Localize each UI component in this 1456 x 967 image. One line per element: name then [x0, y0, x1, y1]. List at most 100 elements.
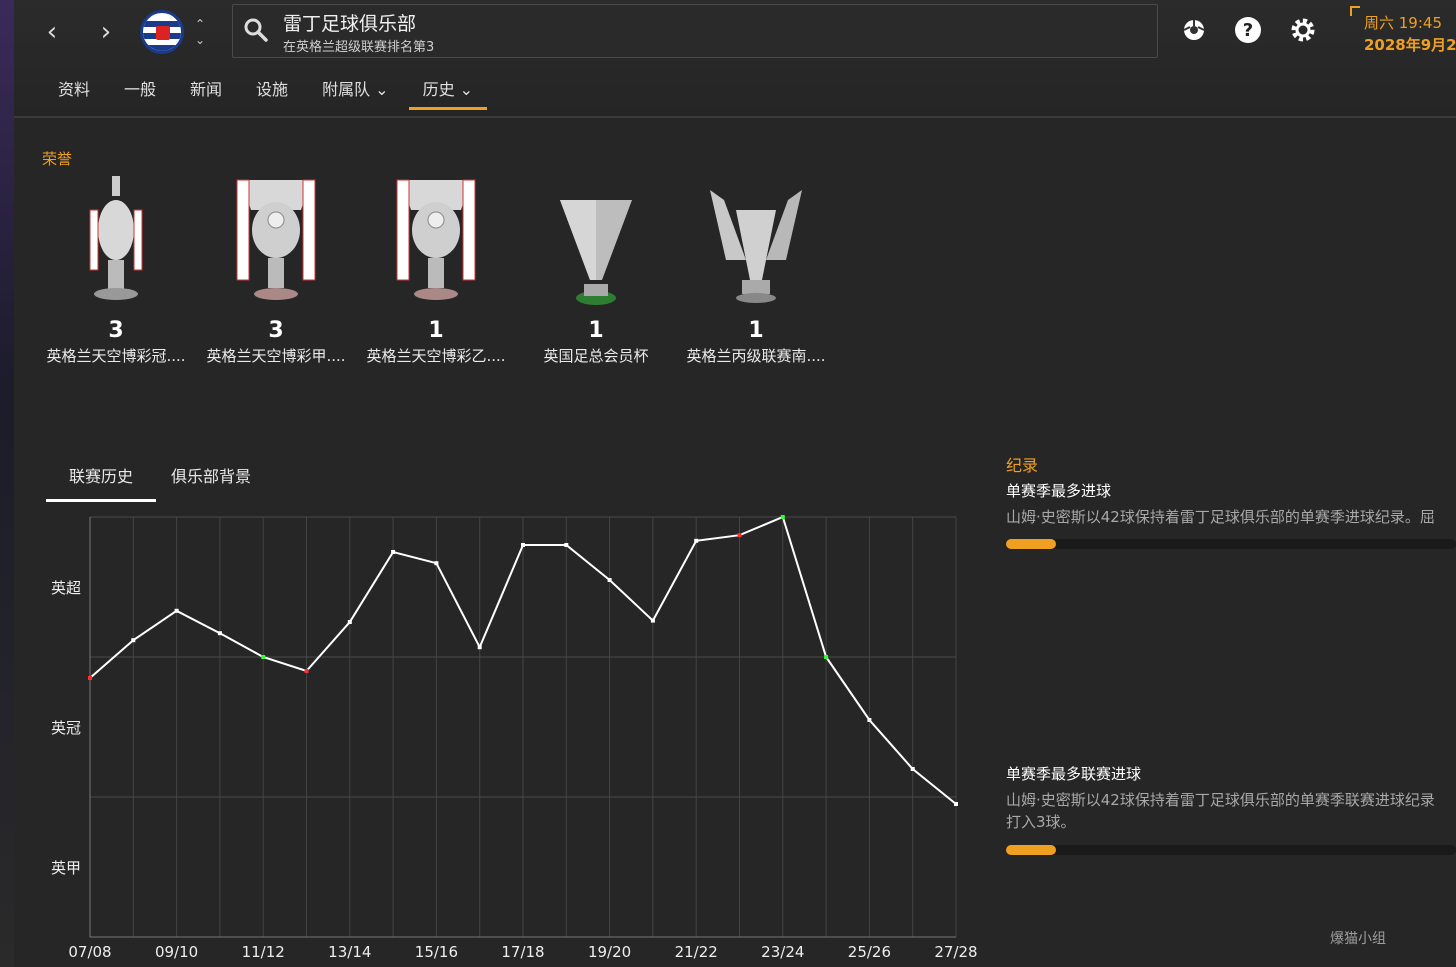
- y-tick-label: 英冠: [51, 719, 81, 737]
- data-point: [88, 676, 92, 680]
- record-progress-bar: [1006, 845, 1456, 855]
- trophy-icon: [89, 176, 143, 300]
- honour-item[interactable]: 3 英格兰天空博彩冠....: [36, 170, 196, 380]
- data-point: [304, 669, 309, 673]
- records-title: 纪录: [1006, 456, 1039, 475]
- data-point: [131, 638, 136, 643]
- chevron-down-icon: ⌄: [194, 33, 206, 47]
- trophy-icon: [236, 179, 316, 300]
- chevron-left-icon: ‹: [46, 17, 58, 47]
- x-tick-label: 27/28: [934, 943, 977, 961]
- watermark: 爆猫小组: [1330, 931, 1386, 947]
- record-progress-fill: [1006, 845, 1056, 855]
- help-icon: ?: [1235, 17, 1261, 43]
- data-point: [694, 538, 699, 543]
- record-progress-fill: [1006, 539, 1056, 549]
- search-icon: [243, 17, 271, 45]
- honour-count: 3: [268, 318, 284, 343]
- tab-affiliates[interactable]: 附属队 ⌄: [308, 78, 403, 110]
- honour-item[interactable]: 3 英格兰天空博彩甲....: [196, 170, 356, 380]
- forward-button[interactable]: ›: [88, 14, 124, 50]
- data-point: [607, 578, 612, 582]
- tab-league-history[interactable]: 联赛历史: [46, 462, 156, 502]
- data-point: [391, 550, 396, 554]
- current-time: 周六 19:45: [1364, 14, 1442, 32]
- world-button[interactable]: [1178, 14, 1210, 46]
- gear-icon: [1291, 18, 1315, 42]
- help-button[interactable]: ?: [1232, 14, 1264, 46]
- data-point: [824, 655, 829, 659]
- trophy-icon: [560, 200, 632, 305]
- tab-general[interactable]: 一般: [110, 78, 170, 110]
- record-heading: 单赛季最多进球: [1006, 482, 1112, 500]
- chevron-right-icon: ›: [100, 17, 112, 47]
- honour-name: 英格兰丙级联赛南....: [686, 347, 826, 365]
- trophy-icon: [710, 190, 802, 303]
- data-point: [650, 618, 655, 623]
- league-history-chart: 英超英冠英甲 07/08 09/10 11/12 13/14 15/16 17/18 19/2…: [51, 515, 978, 961]
- x-tick-label: 13/14: [328, 943, 371, 961]
- chevron-up-icon: ⌃: [194, 17, 206, 31]
- x-tick-label: 15/16: [415, 943, 458, 961]
- x-tick-label: 23/24: [761, 943, 804, 961]
- data-point: [261, 655, 266, 659]
- trophy-icon: [396, 179, 476, 300]
- settings-button[interactable]: [1287, 14, 1319, 46]
- honours-title: 荣誉: [42, 150, 73, 168]
- main-tabs: 资料 一般 新闻 设施 附属队 ⌄ 历史 ⌄: [44, 78, 487, 110]
- honour-count: 1: [588, 318, 604, 343]
- honour-count: 1: [428, 318, 444, 343]
- data-point: [910, 767, 915, 771]
- x-tick-label: 21/22: [675, 943, 718, 961]
- data-point: [737, 533, 742, 538]
- data-point: [477, 645, 482, 650]
- tab-facilities[interactable]: 设施: [242, 78, 302, 110]
- data-point: [954, 802, 958, 806]
- globe-ball-icon: [1183, 20, 1205, 40]
- top-bar: ‹ › ⌃ ⌄ 雷丁足球俱乐部 在英格兰超级联赛排名第3 ? 周六 19:45 …: [14, 0, 1456, 118]
- records-panel: 纪录 单赛季最多进球 山姆·史密斯以42球保持着雷丁足球俱乐部的单赛季进球纪录。…: [1006, 452, 1456, 855]
- club-name: 雷丁足球俱乐部: [283, 13, 417, 35]
- record-progress-bar: [1006, 539, 1456, 549]
- honour-count: 1: [748, 318, 764, 343]
- date-time-display[interactable]: 周六 19:45 2028年9月2: [1350, 6, 1456, 58]
- honour-item[interactable]: 1 英国足总会员杯: [516, 170, 676, 380]
- honour-name: 英国足总会员杯: [543, 347, 649, 365]
- x-tick-label: 09/10: [155, 943, 198, 961]
- back-button[interactable]: ‹: [34, 14, 70, 50]
- history-subtabs: 联赛历史 俱乐部背景: [46, 462, 266, 502]
- record-description: 山姆·史密斯以42球保持着雷丁足球俱乐部的单赛季联赛进球纪录: [1006, 791, 1435, 809]
- y-tick-label: 英甲: [51, 859, 81, 877]
- current-date: 2028年9月2: [1364, 36, 1456, 54]
- data-point: [434, 561, 439, 566]
- honour-item[interactable]: 1 英格兰天空博彩乙....: [356, 170, 516, 380]
- x-tick-label: 11/12: [242, 943, 285, 961]
- x-tick-label: 19/20: [588, 943, 631, 961]
- data-point: [217, 631, 222, 636]
- data-point: [564, 543, 569, 547]
- tab-history[interactable]: 历史 ⌄: [408, 78, 488, 110]
- data-point: [347, 620, 352, 624]
- honour-name: 英格兰天空博彩甲....: [206, 347, 346, 365]
- data-point: [521, 543, 525, 547]
- club-crest[interactable]: [140, 10, 184, 54]
- club-switcher[interactable]: ⌃ ⌄: [190, 16, 210, 50]
- honour-count: 3: [108, 318, 124, 343]
- left-edge-strip: [0, 0, 14, 967]
- x-tick-label: 25/26: [848, 943, 891, 961]
- record-description-continued: 打入3球。: [1006, 813, 1076, 831]
- data-point: [780, 515, 785, 519]
- y-tick-label: 英超: [51, 579, 81, 597]
- tab-profile[interactable]: 资料: [44, 78, 104, 110]
- honour-item[interactable]: 1 英格兰丙级联赛南....: [676, 170, 836, 380]
- search-box[interactable]: 雷丁足球俱乐部 在英格兰超级联赛排名第3: [232, 4, 1158, 58]
- tab-club-background[interactable]: 俱乐部背景: [156, 462, 266, 502]
- tab-news[interactable]: 新闻: [176, 78, 236, 110]
- data-point: [867, 718, 872, 722]
- data-point: [174, 608, 179, 613]
- x-tick-label: 07/08: [68, 943, 111, 961]
- club-subtitle: 在英格兰超级联赛排名第3: [283, 40, 435, 55]
- honour-name: 英格兰天空博彩冠....: [46, 347, 186, 365]
- honour-name: 英格兰天空博彩乙....: [366, 347, 506, 365]
- record-heading: 单赛季最多联赛进球: [1006, 765, 1142, 783]
